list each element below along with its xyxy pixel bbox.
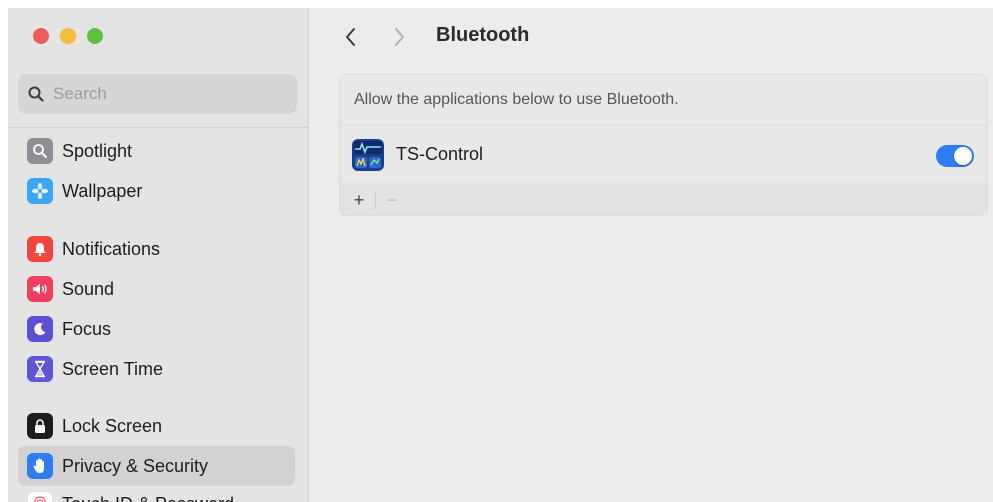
sidebar-item-privacy-security[interactable]: Privacy & Security xyxy=(18,446,295,486)
sidebar-item-label: Wallpaper xyxy=(62,180,143,201)
sidebar-item-label: Focus xyxy=(62,318,112,339)
chevron-right-icon xyxy=(395,28,404,46)
forward-button[interactable] xyxy=(386,24,412,50)
sidebar-item-wallpaper[interactable]: Wallpaper xyxy=(18,171,295,211)
notifications-icon xyxy=(27,236,53,262)
add-app-button[interactable]: + xyxy=(348,189,370,213)
sidebar-item-notifications[interactable]: Notifications xyxy=(18,229,295,269)
toggle-knob xyxy=(954,147,972,165)
settings-window: Spotlight Wallpaper xyxy=(8,8,993,502)
main-content: Bluetooth Allow the applications below t… xyxy=(310,8,993,502)
sidebar-item-spotlight[interactable]: Spotlight xyxy=(18,131,295,171)
screen-time-icon xyxy=(27,356,53,382)
fingerprint-icon xyxy=(27,491,53,502)
lock-screen-icon xyxy=(27,413,53,439)
chevron-left-icon xyxy=(346,28,355,46)
close-button[interactable] xyxy=(33,28,49,44)
sidebar-item-label: Spotlight xyxy=(62,140,133,161)
spotlight-icon xyxy=(27,138,53,164)
sidebar-divider xyxy=(8,127,309,128)
app-name: TS-Control xyxy=(396,144,484,164)
sidebar-item-label: Privacy & Security xyxy=(62,455,209,476)
sidebar: Spotlight Wallpaper xyxy=(8,8,309,502)
sound-icon xyxy=(27,276,53,302)
minimize-button[interactable] xyxy=(60,28,76,44)
sidebar-item-focus[interactable]: Focus xyxy=(18,309,295,349)
focus-icon xyxy=(27,316,53,342)
sidebar-item-lock-screen[interactable]: Lock Screen xyxy=(18,406,295,446)
sidebar-item-touch-id-password[interactable]: Touch ID & Password xyxy=(18,484,295,502)
search-icon xyxy=(28,86,44,102)
panel-description: Allow the applications below to use Blue… xyxy=(340,75,987,126)
sidebar-item-label: Notifications xyxy=(62,238,161,259)
bluetooth-apps-panel: Allow the applications below to use Blue… xyxy=(339,74,988,216)
button-separator xyxy=(375,191,376,210)
bluetooth-permission-toggle[interactable] xyxy=(936,145,974,167)
wallpaper-icon xyxy=(27,178,53,204)
sidebar-item-label: Lock Screen xyxy=(62,415,163,436)
ts-control-app-icon xyxy=(352,138,384,171)
traffic-lights xyxy=(33,28,103,44)
search-input[interactable] xyxy=(53,84,273,104)
app-row[interactable]: TS-Control xyxy=(340,127,987,183)
zoom-button[interactable] xyxy=(87,28,103,44)
search-field[interactable] xyxy=(18,74,297,114)
back-button[interactable] xyxy=(338,24,364,50)
sidebar-item-screen-time[interactable]: Screen Time xyxy=(18,349,295,389)
page-title: Bluetooth xyxy=(436,24,530,46)
sidebar-item-sound[interactable]: Sound xyxy=(18,269,295,309)
privacy-hand-icon xyxy=(27,453,53,479)
panel-footer: + − xyxy=(340,184,987,215)
sidebar-item-label: Sound xyxy=(62,278,115,299)
sidebar-item-label: Touch ID & Password xyxy=(62,494,234,502)
sidebar-item-label: Screen Time xyxy=(62,358,164,379)
remove-app-button[interactable]: − xyxy=(381,189,403,213)
